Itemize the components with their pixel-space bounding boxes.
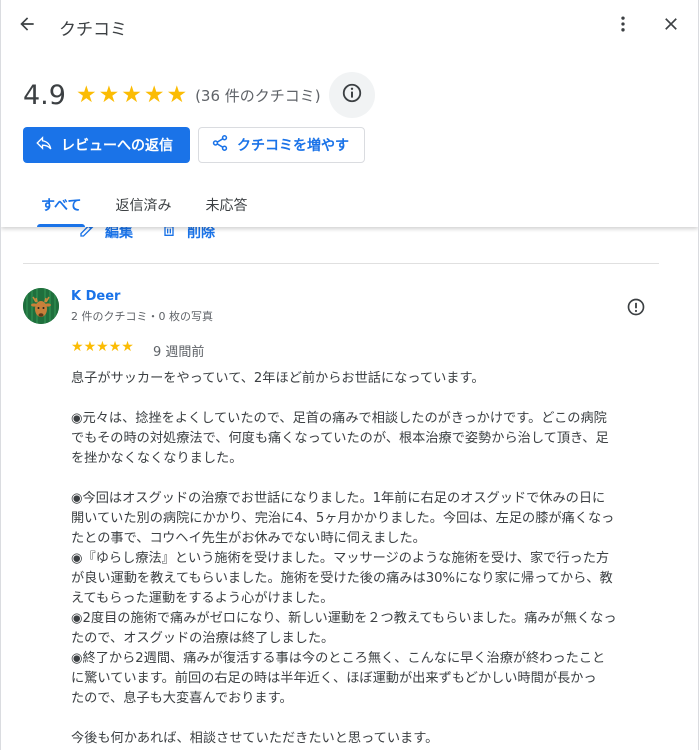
share-icon <box>211 134 229 156</box>
average-rating: 4.9 <box>23 79 66 111</box>
rating-summary: 4.9 ★ ★ ★ ★ ★ (36 件のクチコミ) <box>23 78 321 112</box>
reply-label: レビューへの返信 <box>61 138 173 154</box>
info-icon <box>341 82 363 108</box>
review-star-rating: ★ ★ ★ ★ ★ <box>71 340 134 354</box>
review-line: が良い運動を教えてもらいました。施術を受けた後の痛みは30%になり家に帰ってから… <box>71 571 613 586</box>
review-line <box>71 389 655 409</box>
close-icon <box>661 14 681 38</box>
report-review-button[interactable] <box>621 294 651 324</box>
arrow-back-icon <box>17 14 37 38</box>
review-line: えてもらった運動をするよう心がけました。 <box>71 591 334 606</box>
star-icon: ★ <box>121 81 142 108</box>
average-star-rating: ★ ★ ★ ★ ★ <box>75 81 188 108</box>
get-more-reviews-button[interactable]: クチコミを増やす <box>198 127 365 163</box>
review-author[interactable]: K Deer <box>71 289 120 304</box>
review-line: でもその時の対処療法で、何度も痛くなっていたのが、根本治療で姿勢から治して頂き、… <box>71 431 609 446</box>
reviews-header: クチコミ 4.9 ★ ★ ★ ★ ★ (36 件のクチコミ) レビューへの返信 … <box>1 0 698 227</box>
review-line: 息子がサッカーをやっていて、2年ほど前からお世話になっています。 <box>71 371 485 386</box>
review-line: たので、オスグッドの治療は終了しました。 <box>71 631 335 646</box>
review-line: たので、息子も大変喜んでおります。 <box>71 691 293 706</box>
tab-unanswered[interactable]: 未応答 <box>205 182 247 227</box>
star-icon: ★ <box>121 339 134 355</box>
review-date: 9 週間前 <box>153 345 205 360</box>
star-icon: ★ <box>166 81 188 108</box>
review-text: 息子がサッカーをやっていて、2年ほど前からお世話になっています。 ◉元々は、捻挫… <box>71 369 655 749</box>
info-button[interactable] <box>329 72 375 118</box>
review-line: ◉2度目の施術で痛みがゼロになり、新しい運動を２つ教えてもらいました。痛みが無く… <box>71 611 617 626</box>
back-button[interactable] <box>13 12 41 40</box>
review-line: に驚いています。前回の右足の時は半年近く、ほぼ運動が出来ずもどかしい時間が長かっ <box>71 671 597 686</box>
review-line: 開いていた別の病院にかかり、完治に4、5ヶ月かかりました。今回は、左足の膝が痛く… <box>71 511 615 526</box>
review-divider <box>23 263 659 264</box>
review-author-meta: 2 件のクチコミ・0 枚の写真 <box>71 310 213 323</box>
review-line: ◉『ゆらし療法』という施術を受けました。マッサージのような施術を受け、家で行った… <box>71 551 610 566</box>
review-line: 今後も何かあれば、相談させていただきたいと思っています。 <box>71 731 439 746</box>
get-more-label: クチコミを増やす <box>237 138 349 154</box>
reply-to-reviews-button[interactable]: レビューへの返信 <box>23 127 190 163</box>
review-filter-tabs: すべて 返信済み 未応答 <box>23 182 281 227</box>
tab-replied[interactable]: 返信済み <box>115 182 171 227</box>
page-title: クチコミ <box>59 20 127 40</box>
review-line <box>71 709 655 729</box>
star-icon: ★ <box>96 339 109 355</box>
close-button[interactable] <box>657 12 685 40</box>
star-icon: ★ <box>108 339 122 355</box>
more-options-button[interactable] <box>609 12 637 40</box>
review-line <box>71 469 655 489</box>
star-icon: ★ <box>83 339 97 355</box>
review-line: を挫かなくなくなりました。 <box>71 451 243 466</box>
review-line: ◉今回はオスグッドの治療でお世話になりました。1年前に右足のオスグッドで休みの日… <box>71 491 606 506</box>
star-icon: ★ <box>75 81 97 108</box>
review-count: (36 件のクチコミ) <box>195 86 321 105</box>
reviews-panel: 編集 削除 K Deer 2 件のクチコミ・0 枚の写真 ★ ★ ★ ★ ★ 9… <box>0 0 699 750</box>
star-icon: ★ <box>71 339 84 355</box>
review-line: ◉終了から2週間、痛みが復活する事は今のところ無く、こんなに早く治療が終わったこ… <box>71 651 606 666</box>
more-vert-icon <box>613 14 633 38</box>
review-line: ◉元々は、捻挫をよくしていたので、足首の痛みで相談したのがきっかけです。どこの病… <box>71 411 607 426</box>
flag-icon <box>626 297 646 321</box>
review-line: たとの事で、コウヘイ先生がお休みでない時に伺えました。 <box>71 531 426 546</box>
reply-icon <box>35 134 53 156</box>
star-icon: ★ <box>98 81 120 108</box>
star-icon: ★ <box>143 81 165 108</box>
avatar[interactable] <box>23 288 59 324</box>
tab-all[interactable]: すべて <box>36 182 86 227</box>
